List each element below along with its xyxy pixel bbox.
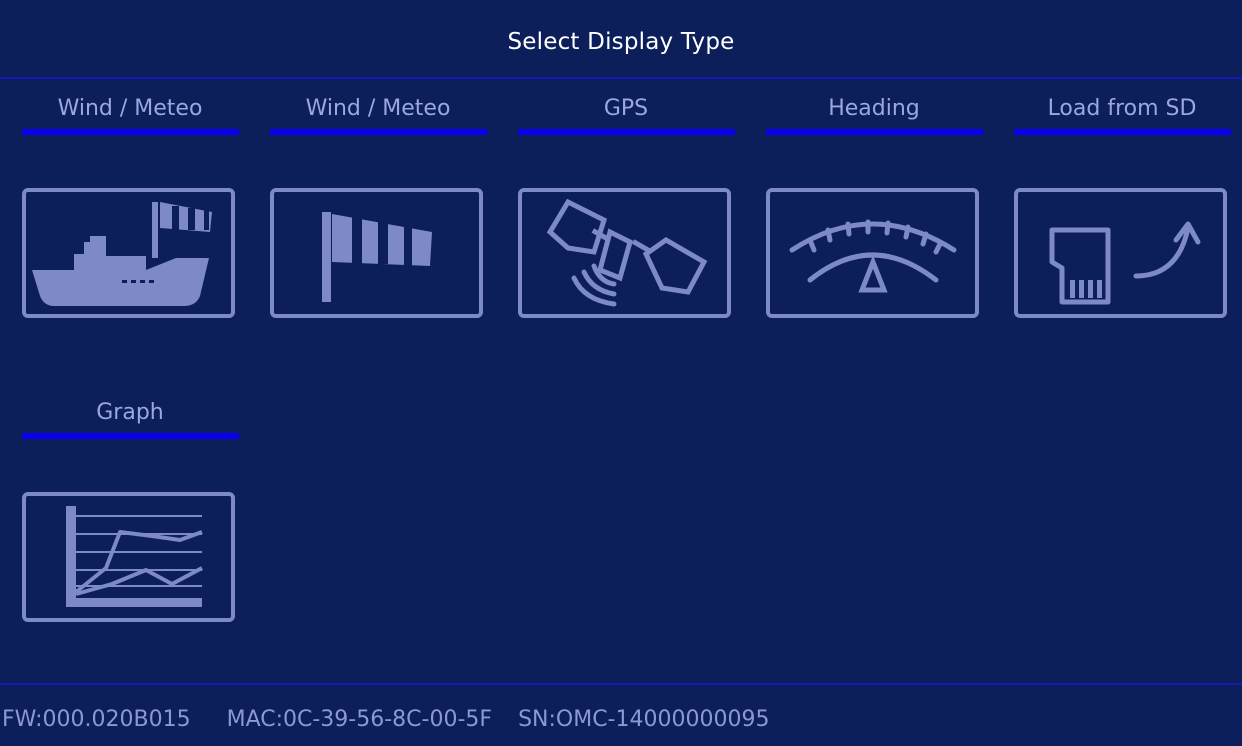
device-info-footer: FW:000.020B015 MAC:0C-39-56-8C-00-5F SN:… — [0, 700, 1242, 738]
line-graph-icon[interactable] — [22, 492, 235, 622]
tile-label: Heading — [828, 96, 920, 121]
top-divider — [0, 77, 1242, 79]
heading-gauge-icon[interactable] — [766, 188, 979, 318]
tile-graph[interactable]: Graph — [20, 384, 240, 634]
tile-underline — [766, 129, 983, 135]
tile-wind-meteo-boat[interactable]: Wind / Meteo — [20, 80, 240, 330]
bottom-divider — [0, 683, 1242, 685]
tile-label: Load from SD — [1047, 96, 1197, 121]
display-type-screen: Select Display Type Wind / Meteo Wind / … — [0, 0, 1242, 746]
boat-windsock-icon[interactable] — [22, 188, 235, 318]
sd-card-load-icon[interactable] — [1014, 188, 1227, 318]
tile-underline — [270, 129, 487, 135]
tile-label: GPS — [603, 96, 649, 121]
tile-label: Wind / Meteo — [305, 96, 451, 121]
tile-underline — [22, 129, 239, 135]
tile-label: Graph — [96, 400, 164, 425]
serial-number: SN:OMC-14000000095 — [518, 706, 770, 732]
tile-label: Wind / Meteo — [57, 96, 203, 121]
title-bar: Select Display Type — [0, 0, 1242, 77]
tile-underline — [1014, 129, 1231, 135]
tile-underline — [22, 433, 239, 439]
page-title: Select Display Type — [507, 28, 735, 55]
mac-address: MAC:0C-39-56-8C-00-5F — [226, 706, 493, 732]
windsock-icon[interactable] — [270, 188, 483, 318]
tile-load-from-sd[interactable]: Load from SD — [1012, 80, 1232, 330]
satellite-icon[interactable] — [518, 188, 731, 318]
tile-gps[interactable]: GPS — [516, 80, 736, 330]
firmware-version: FW:000.020B015 — [2, 706, 191, 732]
tile-underline — [518, 129, 735, 135]
tile-wind-meteo-windsock[interactable]: Wind / Meteo — [268, 80, 488, 330]
tile-heading[interactable]: Heading — [764, 80, 984, 330]
